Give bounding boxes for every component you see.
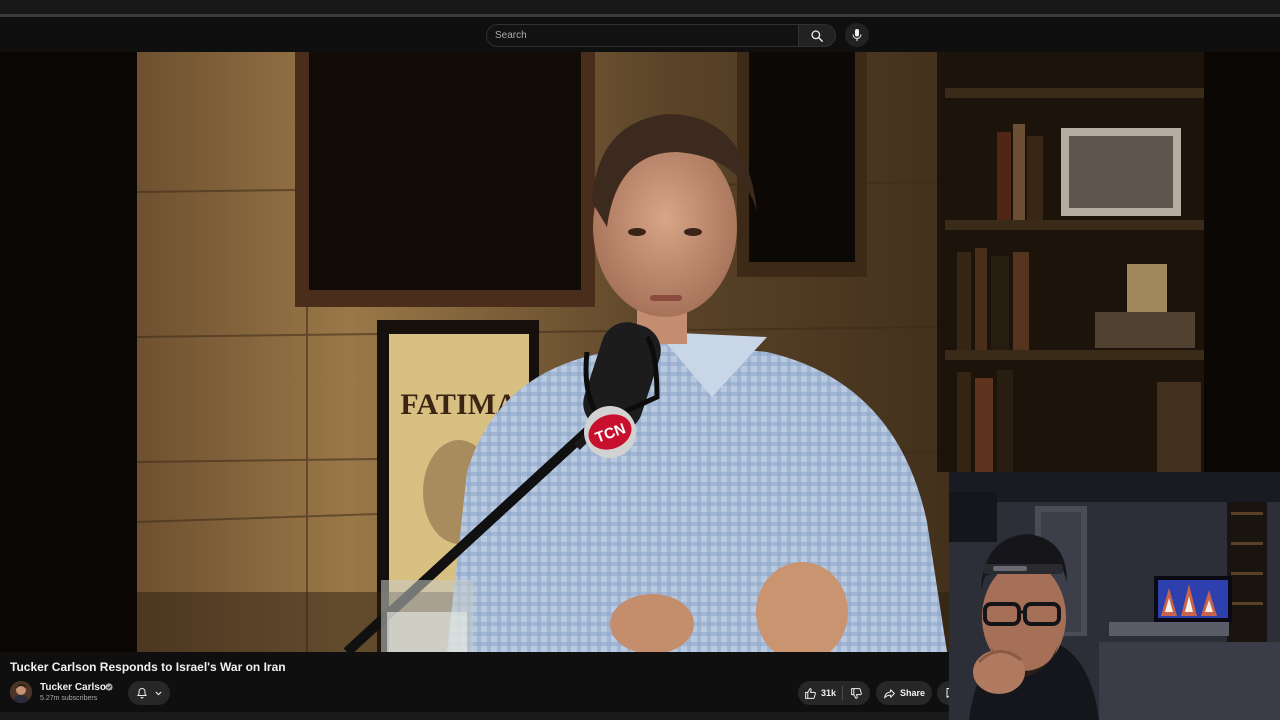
thumbs-up-icon — [805, 687, 816, 699]
like-dislike-group: 31k — [798, 681, 870, 705]
browser-top-strip — [0, 0, 1280, 17]
search-box[interactable] — [486, 24, 798, 47]
chevron-down-icon — [154, 691, 162, 695]
video-title: Tucker Carlson Responds to Israel's War … — [10, 660, 286, 674]
voice-search-button[interactable] — [845, 23, 869, 47]
search-input[interactable] — [487, 25, 798, 46]
thumbs-down-icon — [851, 687, 862, 699]
like-count: 31k — [820, 688, 837, 698]
bell-icon — [136, 687, 147, 699]
share-arrow-icon — [884, 688, 895, 698]
avatar-image — [10, 681, 32, 703]
subscriber-count: 5.27m subscribers — [40, 695, 98, 702]
share-button[interactable]: Share — [876, 681, 932, 705]
channel-name[interactable]: Tucker Carlson — [40, 682, 112, 693]
webcam-feed — [949, 472, 1280, 720]
webcam-overlay — [949, 472, 1280, 720]
verified-check-icon — [105, 683, 113, 691]
notification-bell-button[interactable] — [128, 681, 170, 705]
channel-avatar[interactable] — [10, 681, 32, 703]
search-icon — [811, 29, 823, 42]
microphone-icon — [852, 29, 862, 41]
masthead — [0, 20, 1280, 52]
share-label: Share — [899, 688, 925, 698]
like-button[interactable]: 31k — [798, 681, 842, 705]
dislike-button[interactable] — [843, 681, 870, 705]
search-button[interactable] — [798, 24, 836, 47]
